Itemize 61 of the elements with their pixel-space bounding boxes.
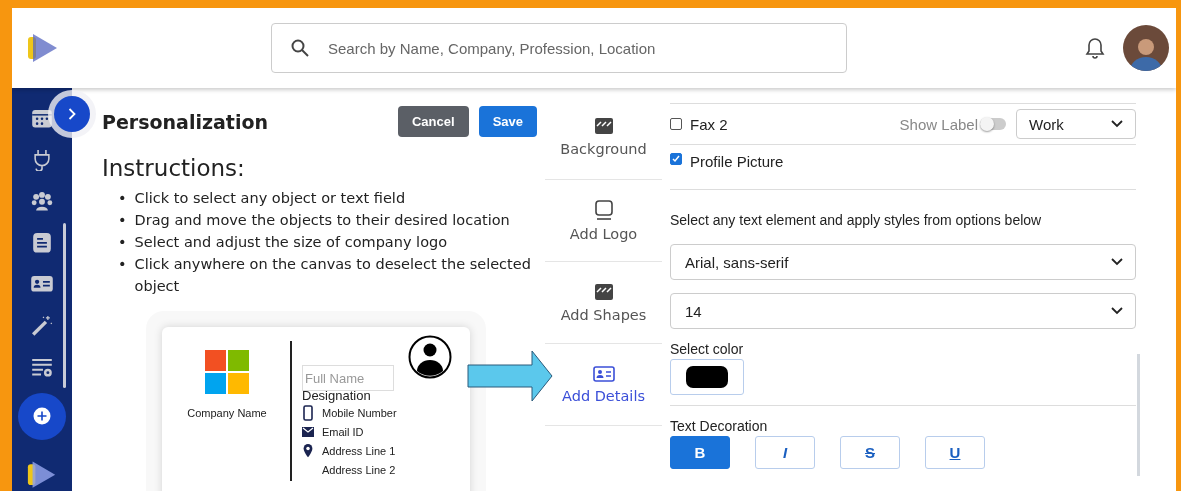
phone-icon: [302, 404, 314, 421]
search-field[interactable]: Search by Name, Company, Profession, Location: [271, 23, 847, 73]
field-label: Fax 2: [690, 115, 728, 133]
location-pin-icon: [302, 443, 314, 458]
bullet-mark: •: [118, 233, 127, 252]
add-button[interactable]: [18, 392, 66, 440]
profile-silhouette-icon[interactable]: [408, 335, 452, 379]
bold-button[interactable]: B: [670, 436, 730, 469]
company-name-text[interactable]: Company Name: [187, 407, 267, 419]
envelope-icon: [302, 426, 314, 437]
cancel-button[interactable]: Cancel: [398, 106, 469, 137]
styles-hint-text: Select any text element and apply styles from options below: [670, 212, 1043, 228]
bullet-mark: •: [118, 211, 127, 230]
detail-text[interactable]: Mobile Number: [322, 406, 397, 419]
font-select[interactable]: Arial, sans-serif: [670, 244, 1136, 280]
id-card-icon: [592, 365, 615, 382]
color-picker[interactable]: [670, 359, 744, 395]
instruction-item: Drag and move the objects to their desired location: [134, 211, 510, 230]
label-type-select[interactable]: Work: [1016, 109, 1136, 139]
chevron-down-icon: [1111, 120, 1123, 128]
tool-tab[interactable]: Add Details: [545, 344, 662, 426]
bullet-mark: •: [118, 189, 127, 208]
chevron-down-icon: [1111, 258, 1123, 266]
show-label-text: Show Label: [899, 115, 978, 133]
instruction-item: Select and adjust the size of company logo: [134, 233, 448, 252]
save-button[interactable]: Save: [478, 106, 537, 137]
detail-text[interactable]: Email ID: [322, 425, 364, 438]
magic-wand-icon[interactable]: [30, 313, 54, 338]
field-label: Profile Picture: [690, 153, 784, 170]
hatched-rectangle-icon: [593, 282, 614, 301]
checkbox[interactable]: [670, 153, 682, 165]
square-icon: [594, 199, 613, 220]
bullet-mark: •: [118, 255, 127, 274]
text-decoration-label: Text Decoration: [670, 418, 769, 434]
italic-button[interactable]: I: [755, 436, 815, 469]
detail-text[interactable]: Address Line 2: [322, 463, 396, 476]
group-icon[interactable]: [30, 189, 54, 213]
tool-tab[interactable]: Add Logo: [545, 180, 662, 262]
tool-tab[interactable]: Background: [545, 88, 662, 180]
designation-text[interactable]: Designation: [302, 388, 397, 403]
four-square-logo[interactable]: [204, 349, 250, 395]
bell-icon[interactable]: [1085, 37, 1105, 59]
document-icon[interactable]: [30, 230, 54, 255]
instruction-item: Click to select any object or text field: [134, 189, 406, 208]
underline-button[interactable]: U: [925, 436, 985, 469]
chevron-down-icon: [1111, 307, 1123, 315]
detail-text[interactable]: Address Line 1: [322, 444, 396, 457]
checkbox[interactable]: [670, 118, 682, 130]
search-icon: [291, 39, 309, 57]
plus-icon: [33, 407, 51, 426]
page-title: Personalization: [102, 110, 269, 133]
select-color-label: Select color: [670, 341, 745, 357]
tool-tab[interactable]: Add Shapes: [545, 262, 662, 344]
instruction-item: Click anywhere on the canvas to deselect the selected object: [134, 255, 532, 296]
strike-button[interactable]: S: [840, 436, 900, 469]
instructions-heading: Instructions:: [102, 155, 246, 181]
user-avatar[interactable]: [1123, 25, 1169, 71]
font-size-select[interactable]: 14: [670, 293, 1136, 329]
hatched-rectangle-icon: [593, 116, 614, 135]
show-label-toggle[interactable]: [980, 118, 1006, 130]
chevron-right-icon: [68, 108, 76, 120]
